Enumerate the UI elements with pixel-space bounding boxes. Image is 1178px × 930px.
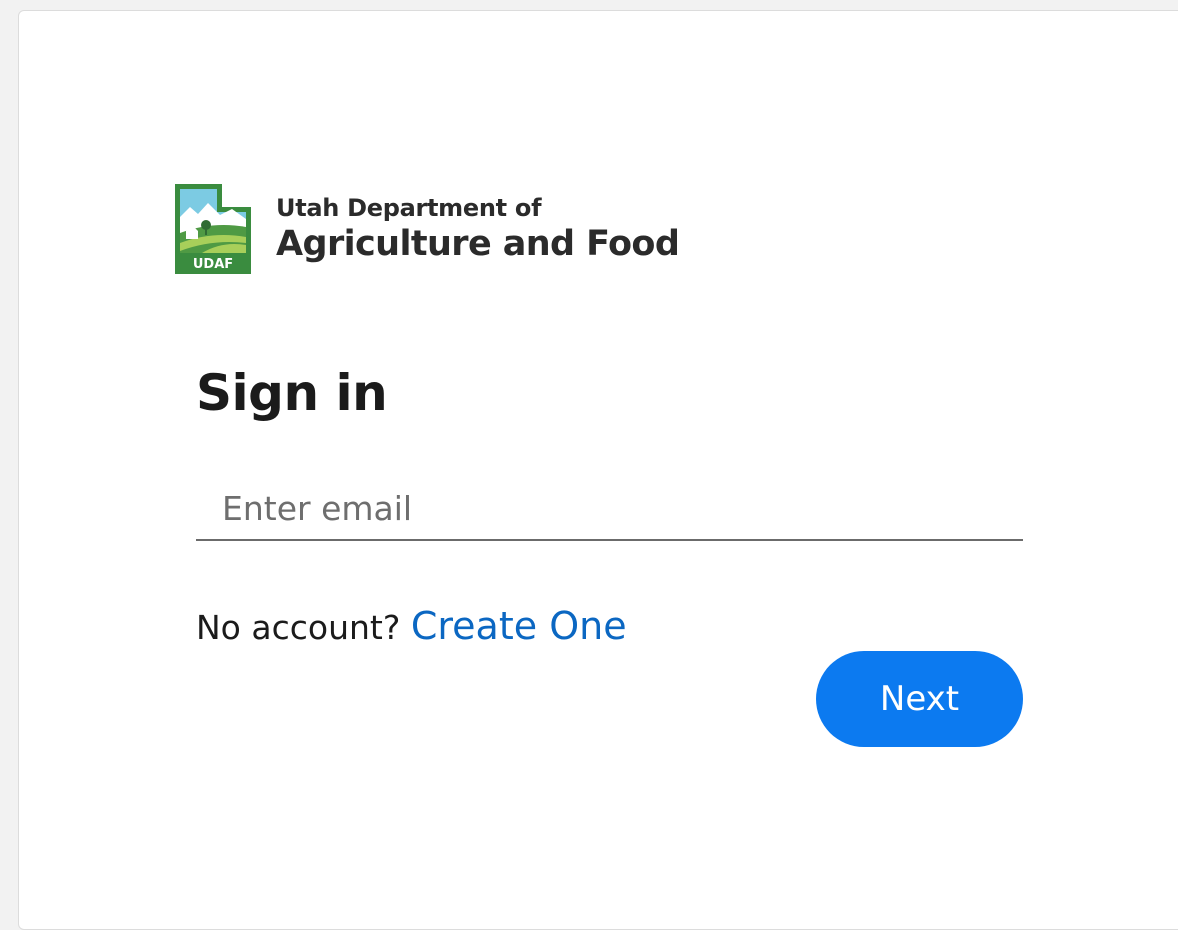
no-account-text: No account? bbox=[196, 608, 401, 647]
udaf-logo: UDAF Utah Department of Agriculture and … bbox=[172, 181, 680, 277]
page-title: Sign in bbox=[196, 364, 388, 422]
logo-text: Utah Department of Agriculture and Food bbox=[276, 193, 680, 265]
email-field[interactable] bbox=[196, 477, 1023, 539]
logo-line1: Utah Department of bbox=[276, 194, 542, 222]
signin-card: UDAF Utah Department of Agriculture and … bbox=[18, 10, 1178, 930]
logo-line2: Agriculture and Food bbox=[276, 224, 680, 264]
udaf-logo-mark: UDAF bbox=[175, 184, 251, 274]
create-account-link[interactable]: Create One bbox=[411, 604, 627, 648]
no-account-line: No account? Create One bbox=[196, 603, 627, 651]
email-field-container bbox=[196, 477, 1023, 541]
next-button[interactable]: Next bbox=[816, 651, 1023, 747]
logo-badge-text: UDAF bbox=[193, 257, 233, 272]
